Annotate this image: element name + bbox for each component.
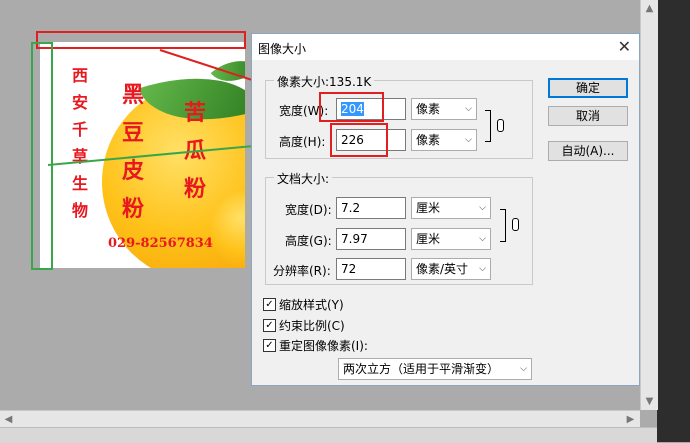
chevron-down-icon: ⌵: [479, 203, 486, 213]
cancel-button[interactable]: 取消: [548, 106, 628, 126]
annotation-height-input-box: [330, 123, 388, 157]
dialog-title: 图像大小: [258, 42, 307, 56]
chevron-down-icon: ⌵: [465, 104, 472, 114]
doc-width-unit-select[interactable]: 厘米 ⌵: [411, 197, 491, 219]
resample-image-checkbox[interactable]: ✓ 重定图像像素(I):: [263, 337, 368, 354]
ok-button[interactable]: 确定: [548, 78, 628, 98]
auto-button[interactable]: 自动(A)...: [548, 141, 628, 161]
constrain-proportions-checkbox[interactable]: ✓ 约束比例(C): [263, 317, 345, 334]
doc-width-label: 宽度(D):: [285, 203, 332, 217]
chevron-down-icon: ⌵: [465, 135, 472, 145]
pixel-height-label: 高度(H):: [279, 135, 326, 149]
checkmark-icon: ✓: [263, 339, 276, 352]
chain-link-icon: [512, 218, 519, 231]
close-icon[interactable]: ✕: [618, 37, 631, 56]
pixel-width-unit-select[interactable]: 像素 ⌵: [411, 98, 477, 120]
pixel-height-unit-select[interactable]: 像素 ⌵: [411, 129, 477, 151]
doc-height-unit-select[interactable]: 厘米 ⌵: [411, 228, 491, 250]
doc-height-input[interactable]: 7.97: [336, 228, 406, 250]
resolution-input[interactable]: 72: [336, 258, 406, 280]
resolution-unit-select[interactable]: 像素/英寸 ⌵: [411, 258, 491, 280]
pixel-dimensions-legend: 像素大小:135.1K: [274, 73, 375, 90]
image-size-dialog: 图像大小 ✕ 像素大小:135.1K 宽度(W): 204 像素 ⌵ 高度(H):…: [251, 33, 640, 386]
chevron-down-icon: ⌵: [520, 364, 527, 374]
chain-link-icon: [497, 119, 504, 132]
doc-width-input[interactable]: 7.2: [336, 197, 406, 219]
pixel-link-bracket: [485, 110, 491, 142]
annotation-width-input-box: [319, 92, 384, 122]
doc-link-bracket: [500, 209, 506, 242]
checkmark-icon: ✓: [263, 319, 276, 332]
resample-method-select[interactable]: 两次立方（适用于平滑渐变） ⌵: [338, 358, 532, 380]
dialog-titlebar[interactable]: 图像大小 ✕: [252, 34, 639, 60]
resolution-label: 分辨率(R):: [273, 264, 331, 278]
doc-height-label: 高度(G):: [285, 234, 332, 248]
chevron-down-icon: ⌵: [479, 264, 486, 274]
document-size-legend: 文档大小:: [274, 170, 333, 187]
chevron-down-icon: ⌵: [479, 234, 486, 244]
checkmark-icon: ✓: [263, 298, 276, 311]
scale-styles-checkbox[interactable]: ✓ 缩放样式(Y): [263, 296, 344, 313]
